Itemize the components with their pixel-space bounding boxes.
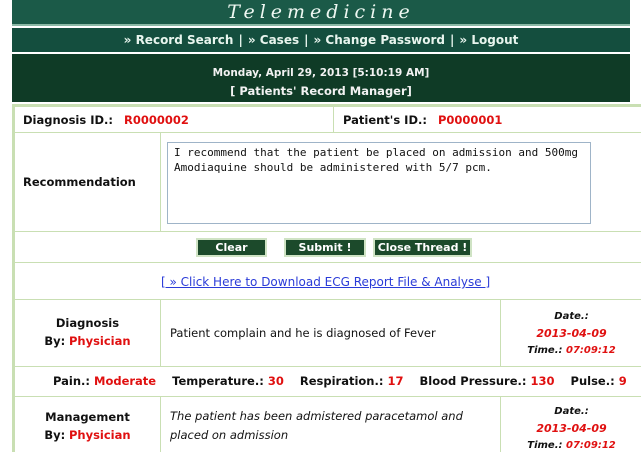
recommendation-textarea[interactable]: I recommend that the patient be placed o…: [167, 142, 591, 224]
diagnosis-text-value: Patient complain and he is diagnosed of …: [170, 326, 436, 340]
nav-separator: |: [238, 33, 243, 47]
management-by-value: Physician: [68, 428, 131, 442]
diagnosis-datetime-cell: Date.: 2013-04-09 Time.: 07:09:12: [502, 300, 641, 366]
temperature-label: Temperature.:: [172, 374, 264, 388]
respiration-value: 17: [387, 374, 404, 388]
blood-pressure-value: 130: [530, 374, 555, 388]
management-by-label: By:: [44, 428, 66, 442]
recommendation-label: Recommendation: [15, 133, 161, 231]
management-datetime-cell: Date.: 2013-04-09 Time.: 07:09:12: [502, 397, 641, 452]
management-date-value: 2013-04-09: [536, 422, 607, 435]
diagnosis-text: Patient complain and he is diagnosed of …: [162, 300, 501, 366]
diagnosis-id-label: Diagnosis ID.:: [23, 113, 113, 127]
pulse-value: 9: [618, 374, 627, 388]
app-title: Telemedicine: [227, 1, 415, 23]
nav-separator: |: [450, 33, 455, 47]
patient-id-label: Patient's ID.:: [343, 113, 427, 127]
pain-value: Moderate: [94, 374, 157, 388]
diagnosis-time-value: 07:09:12: [565, 345, 616, 356]
app-banner: Telemedicine: [12, 0, 630, 26]
management-date-label: Date.:: [554, 406, 589, 417]
nav-cases[interactable]: » Cases: [248, 33, 299, 47]
management-time-value: 07:09:12: [565, 440, 616, 451]
clear-button[interactable]: Clear: [196, 238, 267, 257]
respiration-label: Respiration.:: [299, 374, 384, 388]
diagnosis-id-cell: Diagnosis ID.: R0000002: [15, 107, 334, 133]
diagnosis-by-value: Physician: [68, 334, 131, 348]
diagnosis-by-label: By:: [44, 334, 66, 348]
nav-bar: » Record Search | » Cases | » Change Passwor…: [12, 28, 630, 52]
pain-label: Pain.:: [53, 374, 90, 388]
management-label-cell: Management By: Physician: [15, 397, 161, 452]
nav-change-password[interactable]: » Change Password: [314, 33, 446, 47]
submit-button[interactable]: Submit !: [284, 238, 366, 257]
download-ecg-link[interactable]: [ » Click Here to Download ECG Report Fi…: [161, 275, 490, 289]
management-text: The patient has been admistered paraceta…: [162, 397, 501, 452]
diagnosis-time-label: Time.:: [527, 345, 563, 356]
diagnosis-date-value: 2013-04-09: [536, 327, 607, 340]
management-row: Management By: Physician The patient has…: [15, 397, 641, 452]
ecg-link-row: [ » Click Here to Download ECG Report Fi…: [15, 263, 641, 300]
nav-logout[interactable]: » Logout: [459, 33, 518, 47]
section-title: [ Patients' Record Manager]: [230, 84, 412, 98]
blood-pressure-label: Blood Pressure.:: [419, 374, 527, 388]
nav-record-search[interactable]: » Record Search: [124, 33, 234, 47]
ids-row: Diagnosis ID.: R0000002 Patient's ID.: P…: [15, 107, 641, 133]
diagnosis-date-label: Date.:: [554, 311, 589, 322]
diagnosis-id-value: R0000002: [123, 113, 189, 127]
management-text-value: The patient has been admistered paraceta…: [170, 409, 463, 442]
date-bar: Monday, April 29, 2013 [5:10:19 AM] [ Pa…: [12, 54, 630, 102]
record-panel: Diagnosis ID.: R0000002 Patient's ID.: P…: [12, 104, 641, 452]
diagnosis-label: Diagnosis: [55, 316, 120, 330]
current-date: Monday, April 29, 2013 [5:10:19 AM]: [212, 67, 430, 79]
action-buttons-row: Clear Submit ! Close Thread !: [15, 232, 641, 263]
pulse-label: Pulse.:: [570, 374, 615, 388]
close-thread-button[interactable]: Close Thread !: [373, 238, 472, 257]
diagnosis-label-cell: Diagnosis By: Physician: [15, 300, 161, 366]
recommendation-row: Recommendation I recommend that the pati…: [15, 133, 641, 232]
management-label: Management: [45, 410, 130, 424]
temperature-value: 30: [267, 374, 284, 388]
patient-id-value: P0000001: [437, 113, 503, 127]
diagnosis-row: Diagnosis By: Physician Patient complain…: [15, 300, 641, 367]
nav-separator: |: [304, 33, 309, 47]
management-time-label: Time.:: [527, 440, 563, 451]
patient-id-cell: Patient's ID.: P0000001: [335, 107, 641, 133]
vitals-row: Pain.: Moderate Temperature.: 30 Respira…: [15, 367, 641, 397]
